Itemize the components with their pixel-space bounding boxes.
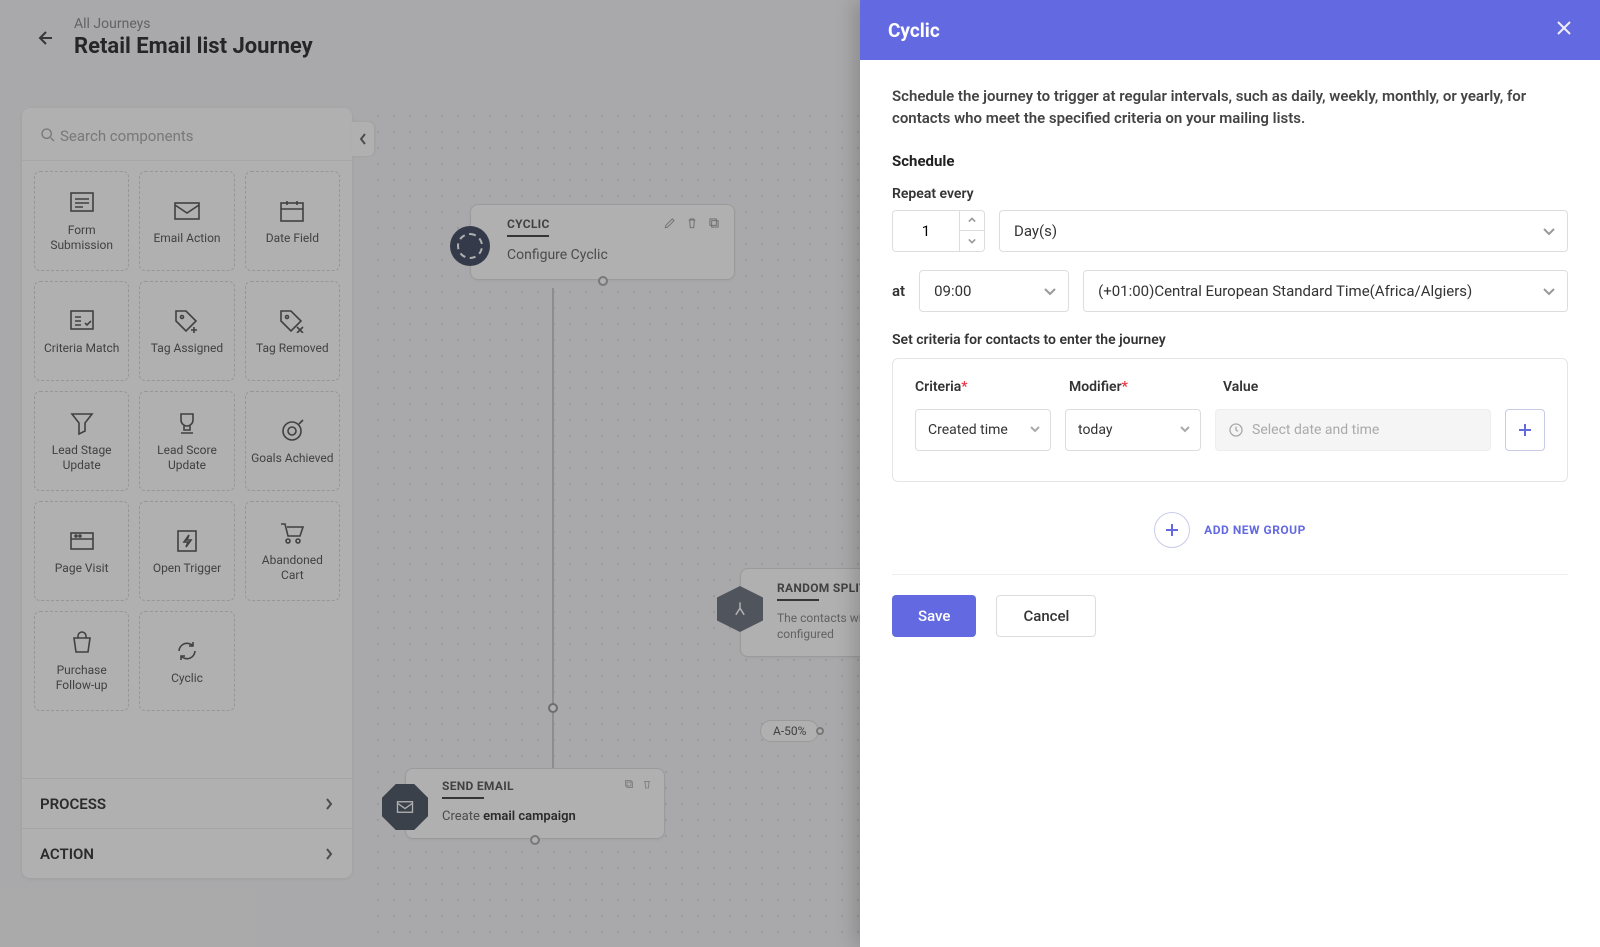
repeat-number-field[interactable] (893, 211, 959, 251)
criteria-header: Set criteria for contacts to enter the j… (892, 332, 1568, 348)
cyclic-config-drawer: Cyclic Schedule the journey to trigger a… (860, 0, 1600, 947)
chevron-down-icon (1543, 227, 1555, 237)
timezone-select[interactable]: (+01:00)Central European Standard Time(A… (1083, 270, 1568, 312)
repeat-unit-select[interactable]: Day(s) (999, 210, 1568, 252)
chevron-down-icon (1180, 426, 1190, 434)
chevron-down-icon (968, 238, 976, 244)
cancel-button[interactable]: Cancel (996, 595, 1096, 637)
section-schedule: Schedule (892, 152, 1568, 170)
drawer-title: Cyclic (888, 19, 940, 42)
chevron-up-icon (968, 217, 976, 223)
plus-icon (1165, 523, 1179, 537)
add-criteria-button[interactable] (1505, 409, 1545, 451)
close-icon (1556, 20, 1572, 36)
add-group-button[interactable]: ADD NEW GROUP (892, 512, 1568, 548)
close-button[interactable] (1556, 20, 1572, 40)
repeat-number-input[interactable] (892, 210, 985, 252)
criteria-group: Criteria* Modifier* Value Created time t… (892, 358, 1568, 482)
chevron-down-icon (1543, 287, 1555, 297)
modifier-select[interactable]: today (1065, 409, 1201, 451)
chevron-down-icon (1030, 426, 1040, 434)
save-button[interactable]: Save (892, 595, 976, 637)
criteria-select[interactable]: Created time (915, 409, 1051, 451)
col-modifier: Modifier* (1069, 379, 1205, 395)
increment-button[interactable] (960, 211, 984, 231)
at-label: at (892, 282, 905, 300)
col-value: Value (1223, 379, 1258, 395)
col-criteria: Criteria* (915, 379, 1051, 395)
plus-icon (1518, 423, 1532, 437)
clock-icon (1228, 422, 1244, 438)
repeat-label: Repeat every (892, 186, 1568, 202)
chevron-down-icon (1044, 287, 1056, 297)
drawer-intro: Schedule the journey to trigger at regul… (892, 86, 1568, 130)
value-date-input[interactable]: Select date and time (1215, 409, 1491, 451)
decrement-button[interactable] (960, 231, 984, 251)
time-select[interactable]: 09:00 (919, 270, 1069, 312)
